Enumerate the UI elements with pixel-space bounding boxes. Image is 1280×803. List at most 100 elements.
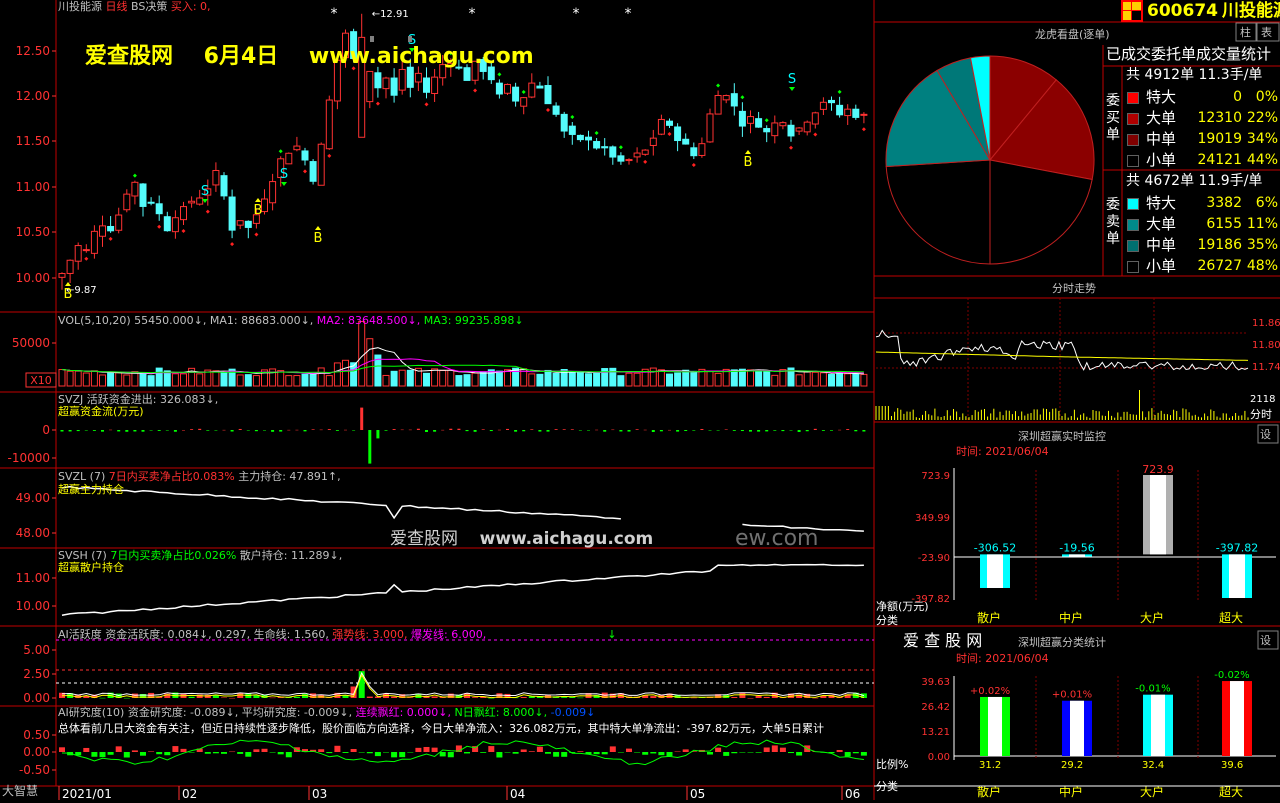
volume-bar (398, 369, 406, 387)
candle-body (309, 161, 317, 182)
svzj-bar (68, 430, 72, 432)
monitor1-value: -306.52 (974, 541, 1016, 554)
candle-body (512, 86, 520, 102)
stock-code: 600674 (1147, 1, 1218, 21)
tab-table[interactable]: 表 (1261, 26, 1272, 39)
volume-bar (836, 372, 844, 387)
candle-body (755, 118, 763, 128)
candle-body (82, 249, 90, 252)
ai2-bar (747, 752, 754, 753)
svsh-sub: 超赢散户持仓 (58, 561, 124, 574)
svzj-bar (732, 430, 736, 431)
buy-row-qty: 12310 (1197, 110, 1242, 126)
volume-bar (301, 373, 309, 387)
ai2-bar (358, 752, 365, 753)
monitor2-value: 31.2 (979, 760, 1001, 771)
ai2-bar (326, 752, 333, 754)
candle-body (163, 216, 171, 232)
monitor2-settings-button[interactable]: 设 (1260, 634, 1271, 647)
ai1-main: AI活跃度 资金活跃度: 0.084↓, 0.297, 生命线: 1.560, (58, 628, 333, 641)
buy-color-swatch (1127, 155, 1139, 167)
volume-bar (463, 374, 471, 387)
ai2-bar (350, 748, 357, 752)
volume-bar (58, 369, 66, 387)
volume-bar (706, 370, 714, 387)
ai2-bar (739, 752, 746, 753)
svzj-bar (578, 430, 582, 431)
svsh-hold: 散户持仓: 11.289↓, (236, 549, 343, 562)
svzj-bar (740, 430, 744, 432)
ai2-bar (528, 751, 535, 752)
candle-body (115, 214, 123, 231)
candle-body (188, 200, 196, 204)
ai2-bar (439, 752, 446, 757)
svzj-bar (344, 429, 347, 431)
signal-diamond (521, 89, 526, 94)
volume-bar (471, 372, 479, 387)
ai1-bar (99, 697, 106, 699)
candle-body (795, 127, 803, 132)
svzj-bar (457, 428, 461, 430)
x-axis-label: 03 (312, 787, 327, 800)
svzj-bar (587, 430, 590, 431)
monitor2-ytick: 26.42 (921, 702, 950, 713)
top-star-mark: * (573, 6, 580, 22)
svzj-bar (506, 428, 509, 430)
monitor2-ylabel: 比例% (876, 757, 908, 771)
ai1-bar (391, 696, 398, 698)
tab-column[interactable]: 柱 (1240, 26, 1251, 39)
candle-body (212, 169, 220, 186)
buy-label-char: 单 (1106, 127, 1120, 143)
candle-body (730, 93, 738, 107)
svzj-bar (60, 430, 64, 432)
ai2-bar (682, 749, 689, 752)
svzj-bar (335, 430, 339, 431)
volume-bar (66, 370, 74, 387)
sell-label-char: 委 (1106, 197, 1120, 213)
candle-body (220, 175, 228, 197)
svzj-bar (465, 430, 469, 432)
top-star-mark: * (331, 6, 338, 22)
ai1-bar (212, 695, 219, 698)
svzj-bar (546, 430, 550, 432)
signal-diamond (375, 101, 380, 106)
ai2-bar (836, 749, 843, 752)
svzj-bar (392, 429, 396, 430)
x-axis-label: 05 (690, 787, 705, 800)
svzj-bar (287, 429, 291, 431)
ai2-bar (212, 752, 219, 754)
ai1-bar (472, 697, 479, 698)
sell-label-char: 单 (1106, 231, 1120, 247)
ai2-bar (99, 752, 106, 758)
ai2-bar (464, 752, 470, 754)
volume-bar (342, 359, 349, 387)
svzj-bar (408, 429, 412, 431)
buy-total: 共 4912单 11.3手/单 (1126, 67, 1263, 83)
x-axis-label: 06 (845, 787, 860, 800)
main-ytick: 11.50 (16, 134, 50, 148)
vol-ytick: 50000 (12, 336, 50, 350)
volume-bar (123, 374, 131, 387)
stock-terminal: 12.50 12.00 11.50 11.00 10.50 10.00 50000 X10 0 -… (0, 0, 1280, 801)
monitor2-ytick: 39.63 (921, 677, 950, 688)
volume-bar (358, 321, 366, 387)
ai2-bar (180, 748, 187, 752)
candle-body (763, 128, 771, 133)
buy-row-pct: 44% (1246, 152, 1278, 168)
monitor1-category: 中户 (1059, 610, 1083, 625)
ai2-bar (131, 750, 138, 752)
buy-row-name: 特大 (1146, 88, 1177, 106)
ai2-bar (115, 746, 122, 752)
volume-bar (487, 369, 495, 387)
period-label[interactable]: 日线 (106, 0, 128, 13)
signal-diamond (473, 88, 478, 93)
ai2-bar (545, 752, 551, 754)
ai2-bar (188, 752, 195, 753)
volume-bar (763, 370, 771, 387)
volume-bar (115, 372, 123, 387)
svzj-bar (813, 428, 817, 430)
monitor1-settings-button[interactable]: 设 (1260, 428, 1271, 441)
svzj-bar (651, 430, 655, 433)
svzj-bar (101, 430, 104, 432)
svzj-bar (165, 430, 169, 431)
